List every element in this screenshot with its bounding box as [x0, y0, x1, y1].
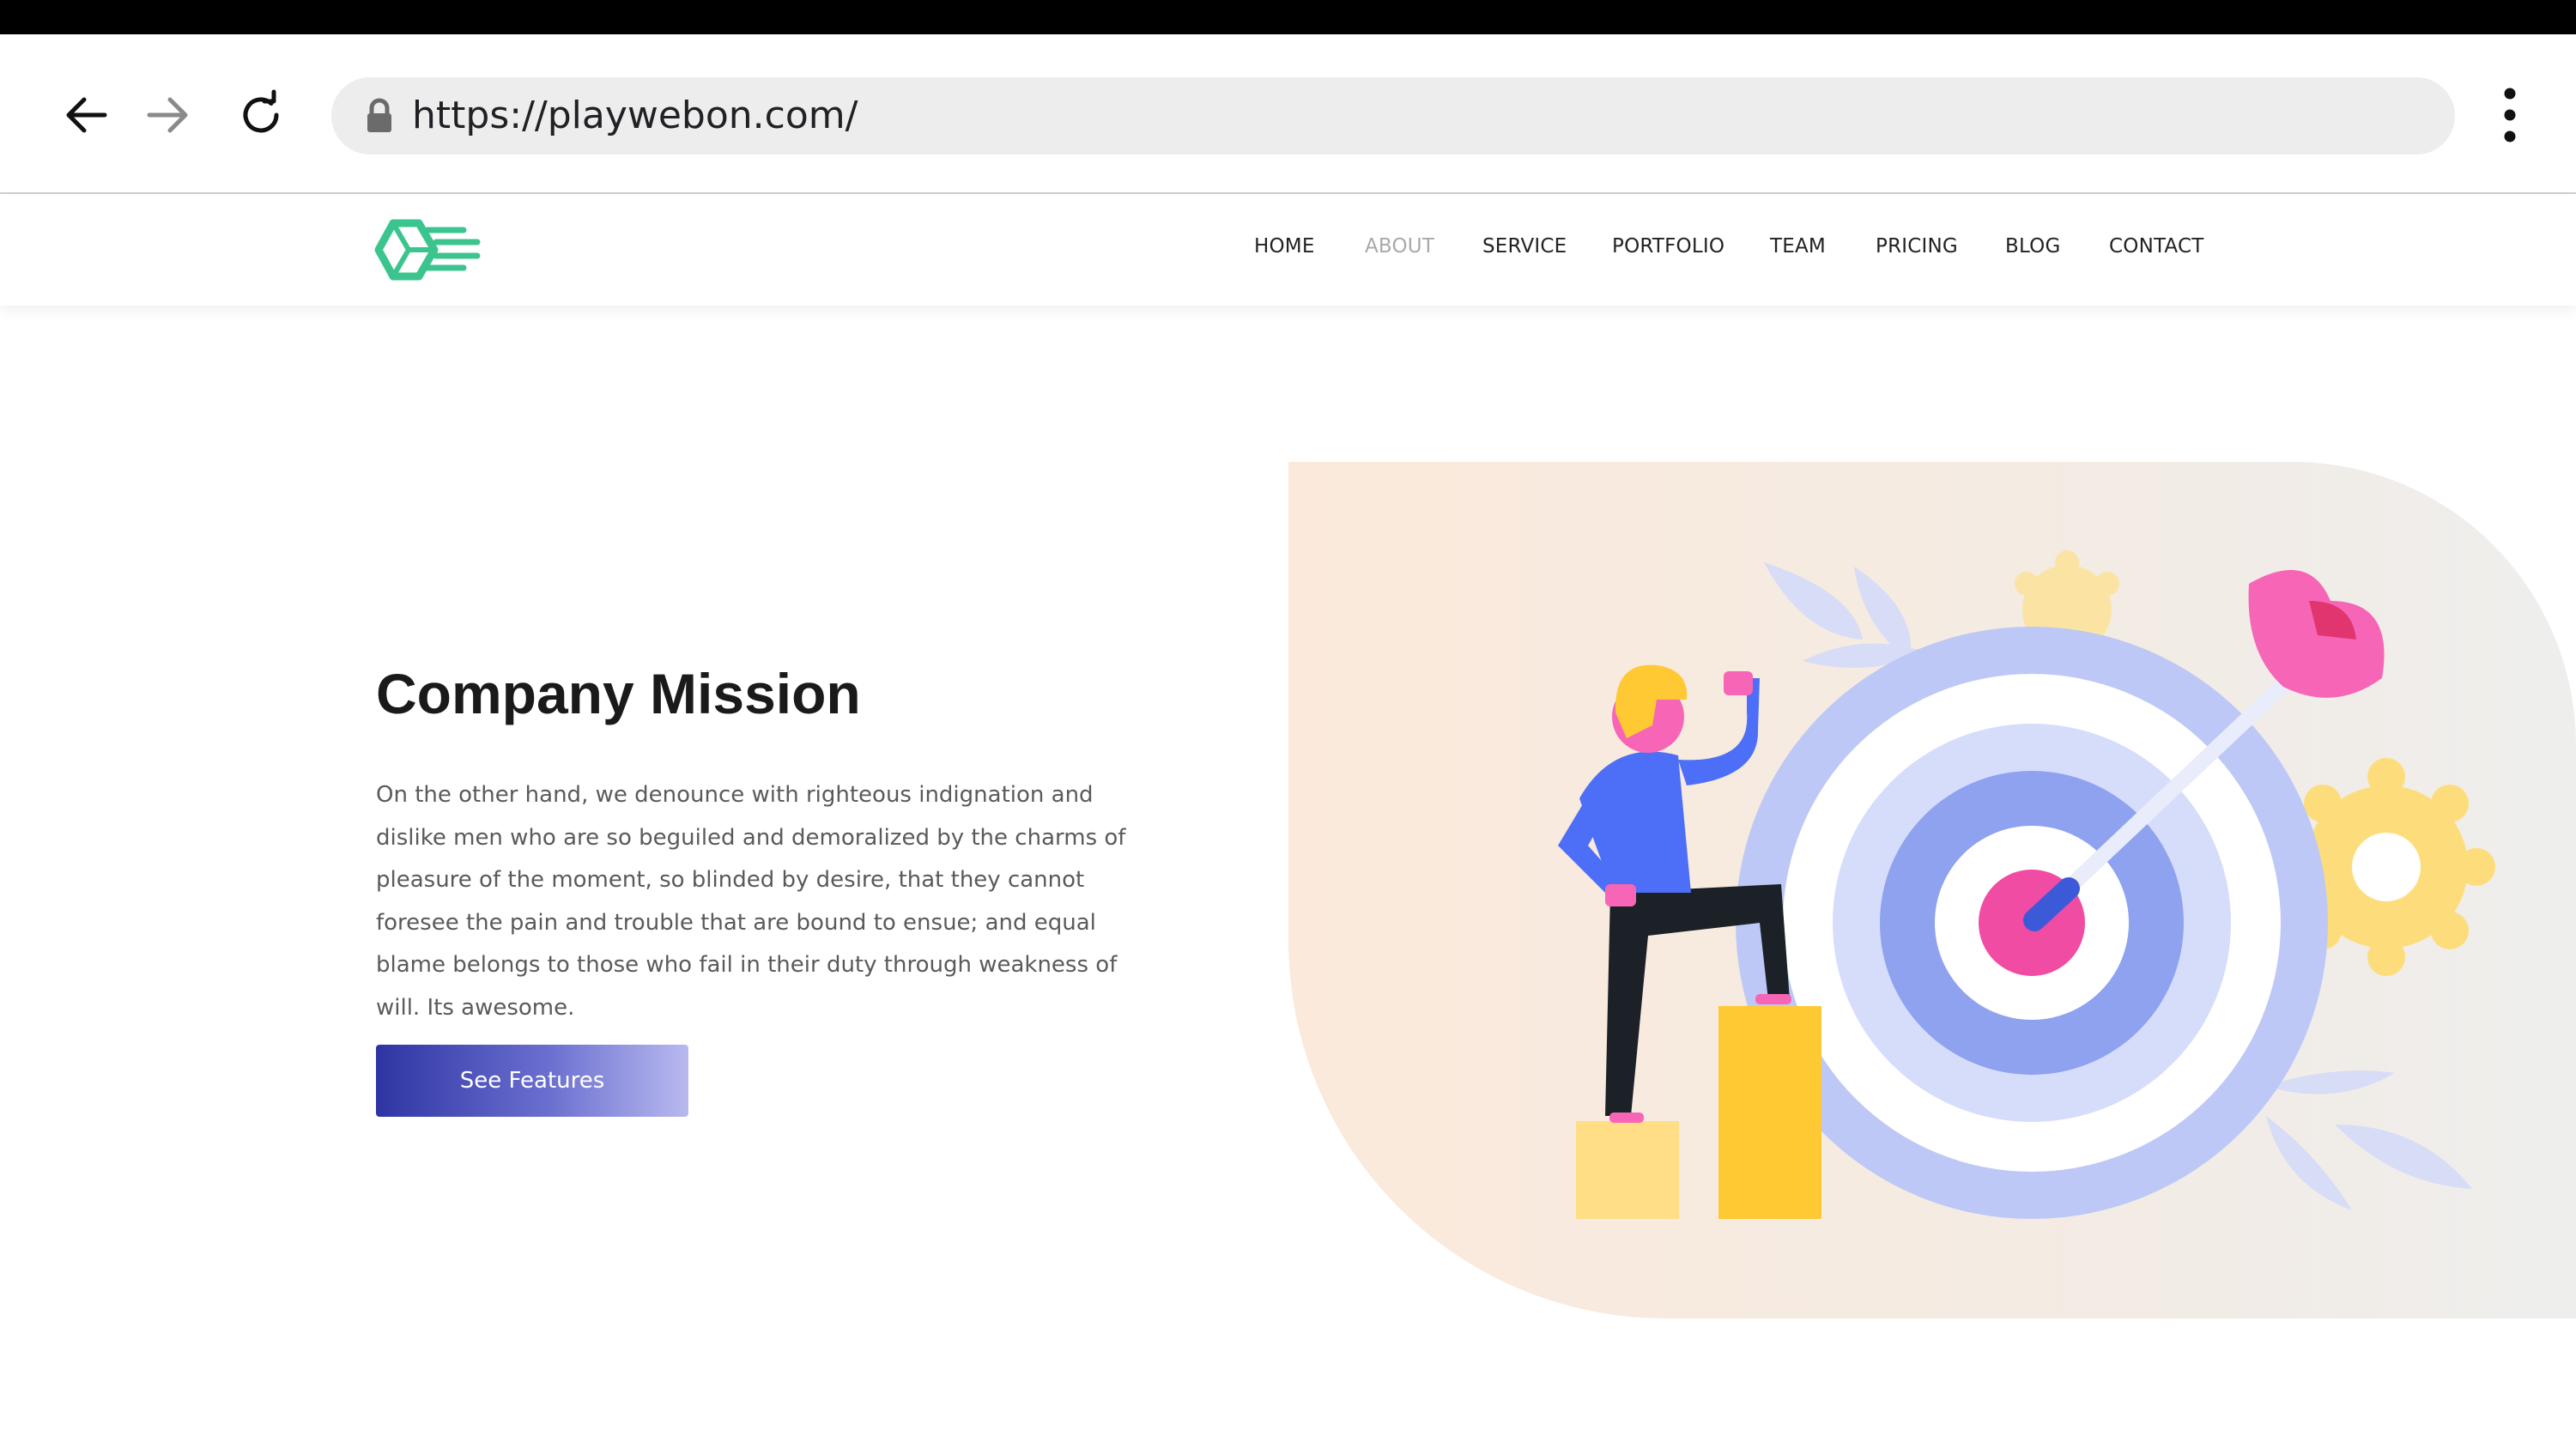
forward-button[interactable] — [134, 81, 203, 149]
address-bar[interactable]: https://playwebon.com/ — [331, 77, 2455, 155]
nav-item-home[interactable]: HOME — [1254, 235, 1315, 258]
browser-menu-button[interactable] — [2476, 81, 2544, 149]
nav-item-team[interactable]: TEAM — [1770, 235, 1826, 258]
site-header: HOME ABOUT SERVICE PORTFOLIO TEAM PRICIN… — [0, 194, 2576, 306]
nav-item-pricing[interactable]: PRICING — [1876, 235, 1958, 258]
nav-item-blog[interactable]: BLOG — [2005, 235, 2061, 258]
reload-icon — [243, 89, 279, 133]
nav-item-service[interactable]: SERVICE — [1482, 235, 1567, 258]
see-features-button[interactable]: See Features — [376, 1045, 688, 1117]
logo[interactable] — [374, 215, 482, 285]
target-illustration — [1558, 550, 2495, 1219]
yellow-block-small — [1576, 1121, 1679, 1219]
reload-button[interactable] — [227, 81, 295, 149]
system-status-bar — [0, 0, 2576, 34]
page-title: Company Mission — [376, 662, 861, 725]
nav-item-portfolio[interactable]: PORTFOLIO — [1612, 235, 1724, 258]
nav-item-contact[interactable]: CONTACT — [2109, 235, 2203, 258]
arrow-right-icon — [147, 97, 188, 133]
lock-icon — [367, 98, 391, 132]
mission-paragraph: On the other hand, we denounce with righ… — [376, 782, 1126, 1021]
yellow-block-tall — [1718, 1006, 1821, 1219]
more-vert-icon — [2504, 88, 2516, 142]
back-button[interactable] — [52, 81, 120, 149]
browser-toolbar: https://playwebon.com/ — [0, 34, 2576, 194]
arrow-left-icon — [66, 97, 107, 133]
url-text: https://playwebon.com/ — [412, 94, 858, 137]
nav-item-about[interactable]: ABOUT — [1365, 235, 1434, 258]
